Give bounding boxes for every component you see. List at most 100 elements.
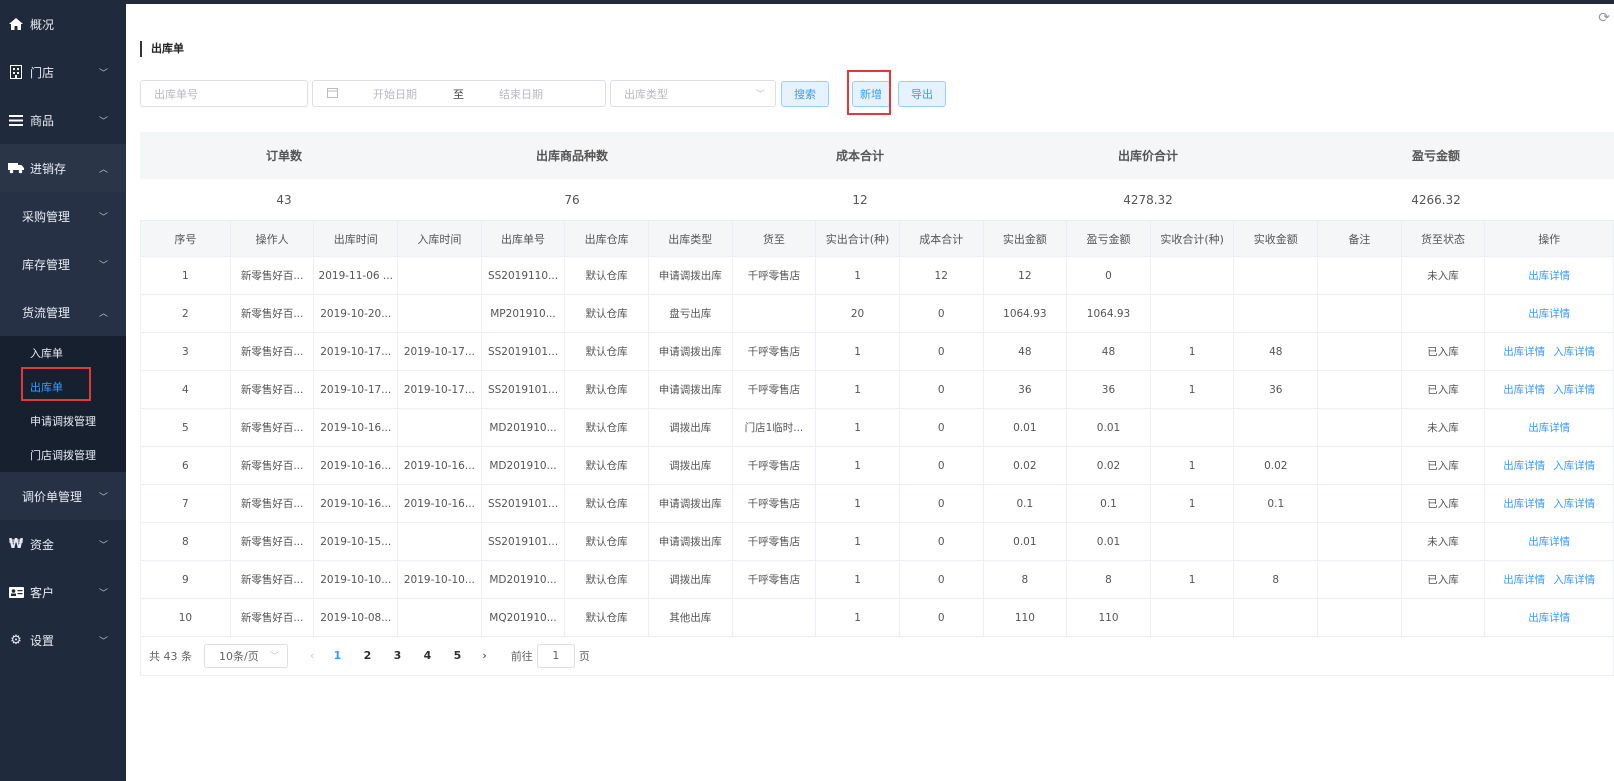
sidebar-item-settings[interactable]: ⚙ 设置 ﹀ — [0, 616, 126, 664]
table-cell: 0.01 — [1066, 522, 1151, 561]
page-5-button[interactable]: 5 — [450, 649, 464, 662]
outbound-detail-link[interactable]: 出库详情 — [1503, 498, 1545, 510]
customer-card-icon — [8, 586, 24, 598]
outbound-detail-link[interactable]: 出库详情 — [1528, 536, 1570, 548]
table-cell: 12 — [898, 256, 984, 295]
end-date-placeholder[interactable]: 结束日期 — [499, 86, 543, 102]
table-cell: 其他出库 — [647, 598, 733, 637]
outbound-detail-link[interactable]: 出库详情 — [1503, 384, 1545, 396]
add-button-highlight-box — [847, 70, 891, 115]
store-icon — [8, 65, 24, 79]
sidebar-item-store-transfer[interactable]: 门店调拨管理 — [0, 438, 126, 472]
table-cell: 未入库 — [1400, 522, 1486, 561]
search-button[interactable]: 搜索 — [781, 81, 829, 107]
sidebar-item-overview[interactable]: 概况 — [0, 0, 126, 48]
sidebar-item-products[interactable]: 商品 ﹀ — [0, 96, 126, 144]
page-3-button[interactable]: 3 — [390, 649, 404, 662]
page-4-button[interactable]: 4 — [420, 649, 434, 662]
table-row: 5 新零售好百... 2019-10-16... MD201910... 默认仓库 调拨出… — [140, 408, 1614, 447]
table-cell: 默认仓库 — [564, 370, 649, 409]
table-cell: 2019-10-10... — [313, 560, 399, 599]
sidebar-item-stock[interactable]: 库存管理 ﹀ — [0, 240, 126, 288]
sidebar-item-inventory[interactable]: 进销存 ︿ — [0, 144, 126, 192]
inbound-detail-link[interactable]: 入库详情 — [1553, 384, 1595, 396]
table-cell: 0.01 — [982, 408, 1068, 447]
chevron-up-icon: ︿ — [98, 164, 108, 175]
order-number-input[interactable]: 出库单号 — [140, 80, 308, 107]
table-cell: 门店1临时... — [731, 408, 817, 447]
table-cell: 2019-11-06 ... — [313, 256, 399, 295]
table-cell — [1233, 294, 1319, 333]
table-cell — [1233, 598, 1319, 637]
table-cell: 0 — [898, 446, 984, 485]
row-actions: 出库详情 — [1484, 598, 1614, 637]
sidebar-item-label: 采购管理 — [22, 209, 71, 224]
goto-label: 前往 — [510, 649, 533, 663]
sidebar-item-funds[interactable]: ₩ 资金 ﹀ — [0, 520, 126, 568]
table-body: 1 新零售好百... 2019-11-06 ... SS2019110... 默认仓库申… — [140, 256, 1614, 637]
sidebar-item-label: 客户 — [30, 585, 55, 600]
table-cell: 5 — [140, 408, 231, 447]
outbound-detail-link[interactable]: 出库详情 — [1503, 346, 1545, 358]
table-cell: 2019-10-17... — [313, 332, 399, 371]
table-cell: 默认仓库 — [564, 332, 649, 371]
table-cell: 千呼零售店 — [731, 370, 817, 409]
table-cell: 盘亏出库 — [647, 294, 733, 333]
order-number-placeholder: 出库单号 — [154, 87, 198, 101]
inbound-detail-link[interactable]: 入库详情 — [1553, 574, 1595, 586]
table-cell: 1 — [815, 560, 900, 599]
goto-unit: 页 — [578, 649, 590, 663]
inbound-detail-link[interactable]: 入库详情 — [1553, 498, 1595, 510]
table-cell: 2019-10-10... — [397, 560, 482, 599]
inbound-detail-link[interactable]: 入库详情 — [1553, 346, 1595, 358]
sidebar-item-label: 资金 — [30, 537, 55, 552]
table-cell: 默认仓库 — [564, 560, 649, 599]
table-cell: SS2019101... — [480, 484, 566, 523]
outbound-detail-link[interactable]: 出库详情 — [1503, 460, 1545, 472]
sidebar-item-logistics[interactable]: 货流管理 ︿ — [0, 288, 126, 336]
table-cell — [1400, 294, 1486, 333]
export-button[interactable]: 导出 — [898, 81, 946, 107]
summary-header-cell: 成本合计 — [835, 149, 884, 163]
table-cell: 申请调拨出库 — [647, 484, 733, 523]
page-1-button[interactable]: 1 — [330, 649, 344, 662]
chevron-down-icon: ﹀ — [98, 540, 108, 551]
table-cell: SS2019101... — [480, 522, 566, 561]
table-cell: 千呼零售店 — [731, 446, 817, 485]
goto-page-input[interactable] — [536, 643, 575, 668]
start-date-placeholder[interactable]: 开始日期 — [373, 86, 417, 102]
table-cell: 10 — [140, 598, 231, 637]
table-cell: 调拨出库 — [647, 408, 733, 447]
table-cell: 36 — [1066, 370, 1151, 409]
table-cell: 新零售好百... — [229, 370, 315, 409]
sidebar-item-inbound[interactable]: 入库单 — [0, 336, 126, 370]
table-cell — [397, 522, 482, 561]
outbound-detail-link[interactable]: 出库详情 — [1528, 308, 1570, 320]
sidebar-item-store[interactable]: 门店 ﹀ — [0, 48, 126, 96]
prev-page-button[interactable]: ‹ — [310, 649, 314, 662]
table-cell: 7 — [140, 484, 231, 523]
table-cell: 0 — [898, 484, 984, 523]
sidebar-item-transfer-request[interactable]: 申请调拨管理 — [0, 404, 126, 438]
outbound-detail-link[interactable]: 出库详情 — [1503, 574, 1545, 586]
table-cell: 申请调拨出库 — [647, 370, 733, 409]
page-size-select[interactable]: 10条/页 ﹀ — [204, 643, 288, 668]
outbound-type-select[interactable]: 出库类型 ﹀ — [610, 80, 776, 107]
date-range-picker[interactable]: 开始日期 至 结束日期 — [312, 80, 606, 107]
sidebar-item-price-adjust[interactable]: 调价单管理 ﹀ — [0, 472, 126, 520]
table-cell: 默认仓库 — [564, 408, 649, 447]
page-2-button[interactable]: 2 — [360, 649, 374, 662]
table-row: 7 新零售好百... 2019-10-16... 2019-10-16... SS201… — [140, 484, 1614, 523]
refresh-icon[interactable]: ⟳ — [1598, 10, 1610, 26]
sidebar-item-customers[interactable]: 客户 ﹀ — [0, 568, 126, 616]
sidebar-item-label: 货流管理 — [22, 305, 71, 320]
outbound-detail-link[interactable]: 出库详情 — [1528, 612, 1570, 624]
sidebar-item-purchase[interactable]: 采购管理 ﹀ — [0, 192, 126, 240]
table-cell — [1149, 256, 1235, 295]
outbound-detail-link[interactable]: 出库详情 — [1528, 270, 1570, 282]
next-page-button[interactable]: › — [482, 649, 486, 662]
table-cell — [1317, 408, 1402, 447]
table-cell: 0 — [898, 522, 984, 561]
outbound-detail-link[interactable]: 出库详情 — [1528, 422, 1570, 434]
inbound-detail-link[interactable]: 入库详情 — [1553, 460, 1595, 472]
